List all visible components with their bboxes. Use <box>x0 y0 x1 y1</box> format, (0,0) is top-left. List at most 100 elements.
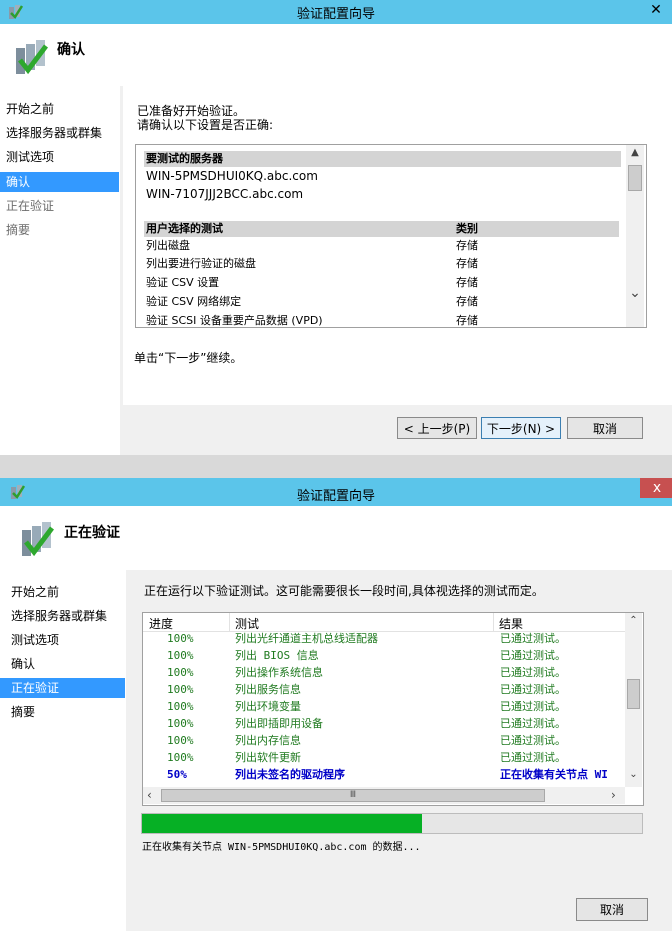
test-row: 列出要进行验证的磁盘 存储 <box>146 255 616 273</box>
row-test: 列出环境变量 <box>235 700 301 713</box>
test-name: 验证 CSV 设置 <box>146 276 220 289</box>
intro-line-2: 请确认以下设置是否正确: <box>137 118 274 132</box>
test-row: 验证 CSV 设置 存储 <box>146 274 616 292</box>
row-test: 列出服务信息 <box>235 683 301 696</box>
row-test: 列出未签名的驱动程序 <box>235 768 345 781</box>
test-progress-row: 100% 列出光纤通道主机总线适配器 已通过测试。 <box>143 630 625 647</box>
validating-content: 正在运行以下验证测试。这可能需要很长一段时间,具体视选择的测试而定。 进度 测试… <box>130 570 672 931</box>
server-entry: WIN-7107JJJ2BCC.abc.com <box>146 187 304 201</box>
window-title: 验证配置向导 <box>296 489 375 504</box>
progress-bar <box>141 813 643 834</box>
test-category: 存储 <box>456 314 478 327</box>
row-test: 列出操作系统信息 <box>235 666 323 679</box>
validation-wizard-icon <box>22 522 54 557</box>
nav-step-testing-options[interactable]: 测试选项 <box>0 630 130 650</box>
test-progress-row-active: 50% 列出未签名的驱动程序 正在收集有关节点 WI <box>143 766 625 783</box>
vertical-scrollbar[interactable]: ▲ ⌄ <box>626 145 644 327</box>
row-test: 列出即插即用设备 <box>235 717 323 730</box>
scroll-thumb[interactable] <box>627 679 640 709</box>
back-button[interactable]: < 上一步(P) <box>397 417 477 439</box>
close-button[interactable]: ✕ <box>640 0 672 20</box>
row-test: 列出 BIOS 信息 <box>235 649 319 662</box>
test-row: 列出磁盘 存储 <box>146 237 616 255</box>
test-progress-row: 100% 列出软件更新 已通过测试。 <box>143 749 625 766</box>
tests-column-header: 用户选择的测试 <box>146 222 223 235</box>
row-progress: 100% <box>167 734 194 747</box>
close-button[interactable]: x <box>640 478 672 498</box>
nav-step-select-servers[interactable]: 选择服务器或群集 <box>0 123 118 143</box>
test-name: 列出要进行验证的磁盘 <box>146 257 256 270</box>
test-progress-row: 100% 列出服务信息 已通过测试。 <box>143 681 625 698</box>
scroll-thumb[interactable] <box>628 165 642 191</box>
scroll-up-icon[interactable]: ⌃ <box>625 615 642 626</box>
cancel-button[interactable]: 取消 <box>567 417 643 439</box>
row-test: 列出光纤通道主机总线适配器 <box>235 632 378 645</box>
row-result: 已通过测试。 <box>500 666 566 679</box>
confirmation-content: 已准备好开始验证。 请确认以下设置是否正确: 要测试的服务器 WIN-5PMSD… <box>123 86 672 405</box>
column-divider <box>493 613 494 631</box>
validation-test-list[interactable]: 进度 测试 结果 100% 列出光纤通道主机总线适配器 已通过测试。 100% … <box>142 612 644 806</box>
row-test: 列出软件更新 <box>235 751 301 764</box>
row-progress: 50% <box>167 768 187 781</box>
next-button[interactable]: 下一步(N) > <box>481 417 561 439</box>
test-progress-row: 100% 列出即插即用设备 已通过测试。 <box>143 715 625 732</box>
window-title: 验证配置向导 <box>296 7 375 22</box>
row-test: 列出内存信息 <box>235 734 301 747</box>
row-result: 已通过测试。 <box>500 751 566 764</box>
scroll-right-icon[interactable]: › <box>611 788 616 802</box>
test-name: 验证 CSV 网络绑定 <box>146 295 242 308</box>
row-result: 已通过测试。 <box>500 632 566 645</box>
nav-step-summary: 摘要 <box>6 223 31 237</box>
test-category: 存储 <box>456 257 478 270</box>
nav-step-confirmation[interactable]: 确认 <box>0 172 119 192</box>
wizard-header: 确认 <box>0 24 672 87</box>
test-name: 验证 SCSI 设备重要产品数据 (VPD) <box>146 314 323 327</box>
status-text: 正在运行以下验证测试。这可能需要很长一段时间,具体视选择的测试而定。 <box>144 584 544 598</box>
page-title: 正在验证 <box>64 525 120 541</box>
scroll-left-icon[interactable]: ‹ <box>147 788 152 802</box>
horizontal-scrollbar[interactable]: ‹ Ⅲ › <box>143 787 625 804</box>
vertical-scrollbar[interactable]: ⌃ ⌄ <box>625 613 642 787</box>
scroll-up-icon[interactable]: ▲ <box>626 147 644 158</box>
test-name: 列出磁盘 <box>146 239 190 252</box>
test-row: 验证 CSV 网络绑定 存储 <box>146 293 616 311</box>
servers-section-header: 要测试的服务器 <box>144 151 621 167</box>
wizard-header: 正在验证 <box>0 506 672 570</box>
column-divider <box>229 613 230 631</box>
title-bar: 验证配置向导 x <box>0 478 672 506</box>
row-progress: 100% <box>167 666 194 679</box>
wizard-window-confirm: 验证配置向导 ✕ 确认 开始之前 选择服务器或群集 测试选项 确认 正在验证 摘… <box>0 0 672 455</box>
row-progress: 100% <box>167 700 194 713</box>
row-progress: 100% <box>167 717 194 730</box>
row-result: 已通过测试。 <box>500 683 566 696</box>
test-category: 存储 <box>456 239 478 252</box>
next-hint: 单击“下一步”继续。 <box>134 351 243 365</box>
row-progress: 100% <box>167 751 194 764</box>
step-navigation: 开始之前 选择服务器或群集 测试选项 确认 正在验证 摘要 <box>0 86 120 455</box>
page-title: 确认 <box>57 42 85 58</box>
nav-step-confirmation[interactable]: 确认 <box>0 654 130 674</box>
test-row: 验证 SCSI 设备重要产品数据 (VPD) 存储 <box>146 312 616 327</box>
button-bar: < 上一步(P) 下一步(N) > 取消 <box>123 405 672 455</box>
progress-bar-fill <box>142 814 422 833</box>
scroll-down-icon[interactable]: ⌄ <box>625 769 642 780</box>
horizontal-scroll-thumb[interactable]: Ⅲ <box>161 789 545 802</box>
nav-step-before-you-begin[interactable]: 开始之前 <box>0 99 118 119</box>
nav-step-testing-options[interactable]: 测试选项 <box>0 147 118 167</box>
nav-step-before-you-begin[interactable]: 开始之前 <box>0 582 130 602</box>
title-bar: 验证配置向导 ✕ <box>0 0 672 24</box>
validation-wizard-icon <box>16 40 48 75</box>
cancel-button[interactable]: 取消 <box>576 898 648 921</box>
row-result: 已通过测试。 <box>500 717 566 730</box>
test-category: 存储 <box>456 276 478 289</box>
confirmation-settings-list[interactable]: 要测试的服务器 WIN-5PMSDHUI0KQ.abc.com WIN-7107… <box>135 144 647 328</box>
nav-step-validating[interactable]: 正在验证 <box>0 678 125 698</box>
test-progress-row: 100% 列出环境变量 已通过测试。 <box>143 698 625 715</box>
row-result: 已通过测试。 <box>500 649 566 662</box>
category-column-header: 类别 <box>456 222 478 235</box>
scroll-down-icon[interactable]: ⌄ <box>626 285 644 301</box>
step-navigation: 开始之前 选择服务器或群集 测试选项 确认 正在验证 摘要 <box>0 570 126 931</box>
nav-step-select-servers[interactable]: 选择服务器或群集 <box>0 606 130 626</box>
nav-step-validating: 正在验证 <box>6 199 55 213</box>
test-category: 存储 <box>456 295 478 308</box>
